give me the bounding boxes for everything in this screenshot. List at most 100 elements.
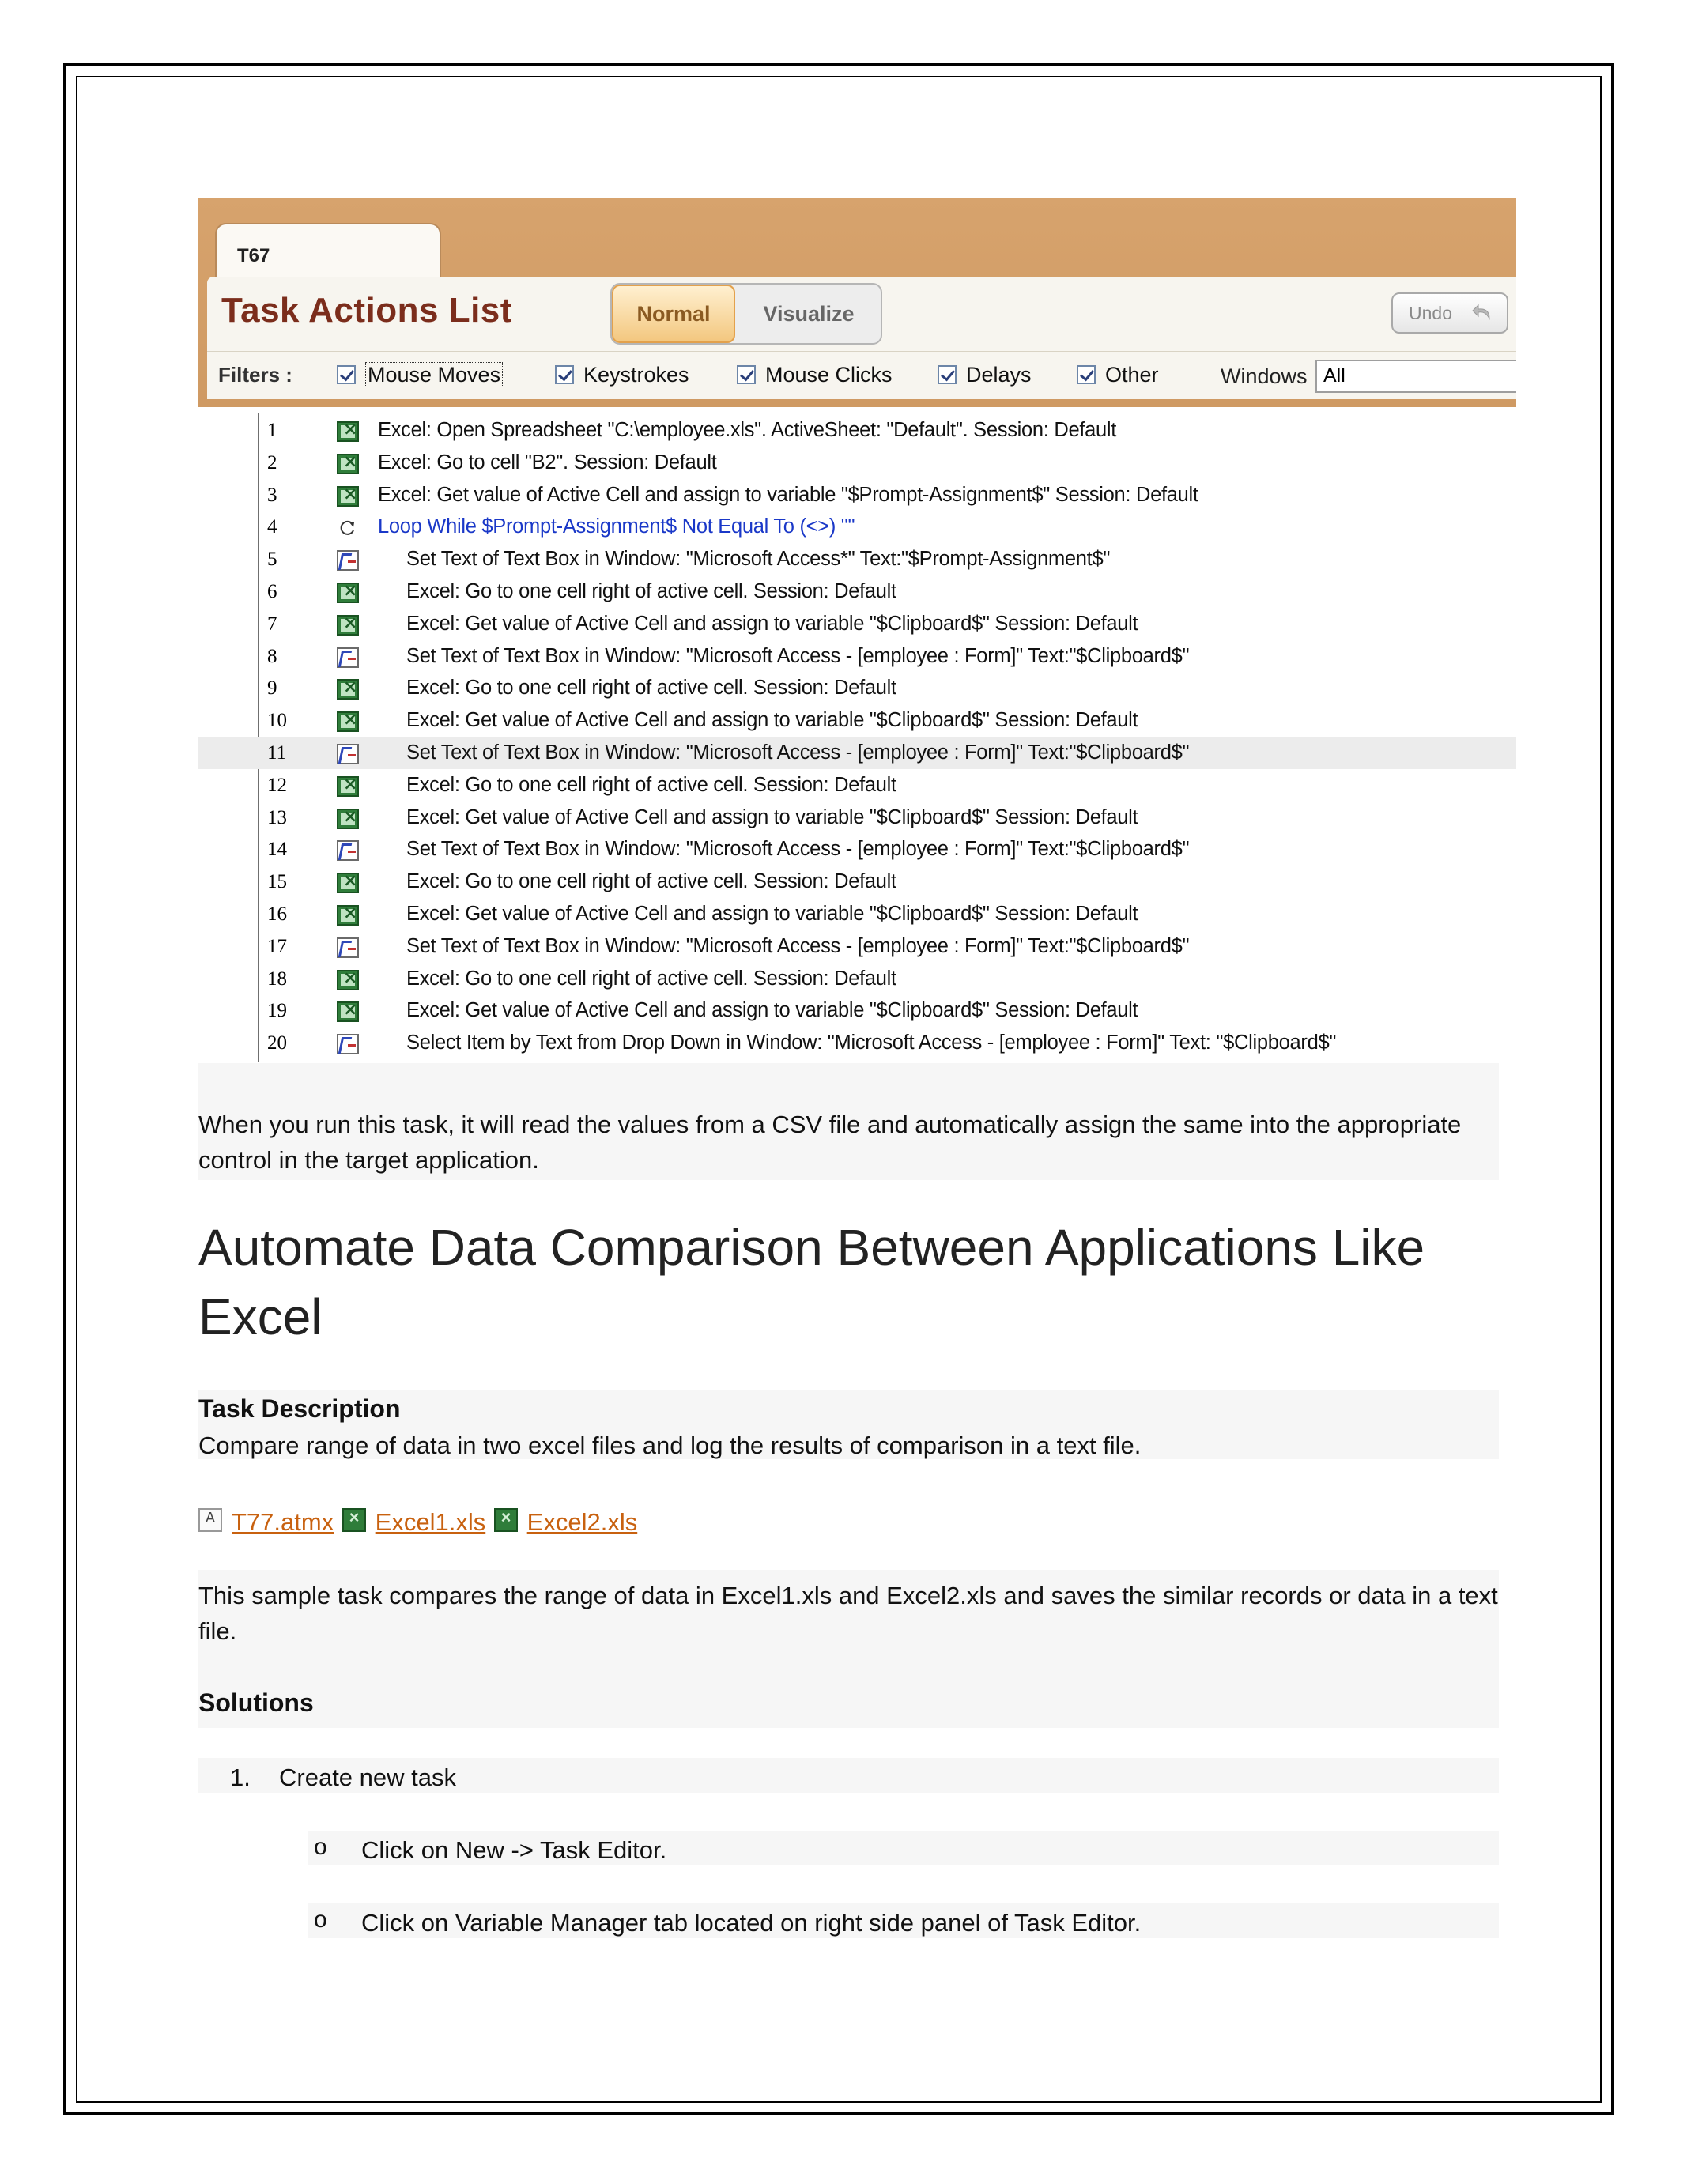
action-row[interactable]: 11 Set Text of Text Box in Window: "Micro… <box>198 737 1516 769</box>
excel-icon <box>337 613 359 636</box>
filter-other[interactable]: Other <box>1077 363 1159 388</box>
panel-title: Task Actions List <box>221 291 512 330</box>
task-actions-screenshot: T67 Task Actions List Normal Visualize U… <box>198 198 1516 1063</box>
sample-paragraph: This sample task compares the range of d… <box>198 1582 1498 1645</box>
action-row[interactable]: 18 Excel: Go to one cell right of active … <box>198 964 1516 995</box>
excel-icon <box>337 903 359 926</box>
excel-file-icon <box>342 1507 366 1532</box>
action-number: 1 <box>267 420 277 441</box>
action-text: Excel: Go to one cell right of active ce… <box>406 967 896 990</box>
action-number: 6 <box>267 581 277 602</box>
action-text: Excel: Go to one cell right of active ce… <box>406 773 896 796</box>
action-row[interactable]: 14 Set Text of Text Box in Window: "Micro… <box>198 834 1516 866</box>
filter-label: Mouse Clicks <box>765 363 893 387</box>
excel-icon <box>337 581 359 603</box>
filter-mouse-moves[interactable]: Mouse Moves <box>337 362 504 388</box>
checkbox-checked-icon[interactable] <box>938 365 957 384</box>
undo-arrow-icon <box>1472 304 1490 320</box>
attachment-link-t77[interactable]: T77.atmx <box>232 1508 334 1536</box>
checkbox-checked-icon[interactable] <box>337 365 356 384</box>
excel-icon <box>337 485 359 507</box>
action-text: Excel: Go to one cell right of active ce… <box>406 580 896 602</box>
action-row[interactable]: 10 Excel: Get value of Active Cell and as… <box>198 705 1516 737</box>
action-row[interactable]: 1 Excel: Open Spreadsheet "C:\employee.xl… <box>198 415 1516 447</box>
action-row[interactable]: 15 Excel: Go to one cell right of active … <box>198 866 1516 898</box>
window-textbox-icon <box>337 647 359 668</box>
action-row[interactable]: 5 Set Text of Text Box in Window: "Micros… <box>198 544 1516 575</box>
bullet-marker: o <box>314 1907 327 1933</box>
action-number: 9 <box>267 677 277 700</box>
step-number: 1. <box>230 1763 251 1791</box>
action-row[interactable]: 16 Excel: Get value of Active Cell and as… <box>198 899 1516 930</box>
action-text: Excel: Get value of Active Cell and assi… <box>406 999 1138 1022</box>
action-row[interactable]: 8 Set Text of Text Box in Window: "Micros… <box>198 641 1516 673</box>
action-text: Excel: Go to cell "B2". Session: Default <box>378 451 717 473</box>
task-description-text: Compare range of data in two excel files… <box>198 1431 1142 1459</box>
sub-step-text: Click on Variable Manager tab located on… <box>361 1909 1142 1937</box>
step-text: Create new task <box>279 1763 456 1791</box>
action-number: 14 <box>267 839 287 861</box>
action-row[interactable]: 7 Excel: Get value of Active Cell and ass… <box>198 609 1516 640</box>
sub-step-text: Click on New -> Task Editor. <box>361 1836 667 1864</box>
windows-label: Windows <box>1221 364 1308 388</box>
filter-label: Delays <box>966 363 1032 387</box>
visualize-view-button[interactable]: Visualize <box>735 285 881 343</box>
action-number: 20 <box>267 1032 287 1054</box>
action-text: Excel: Get value of Active Cell and assi… <box>406 903 1138 925</box>
window-textbox-icon <box>337 1034 359 1055</box>
action-text: Set Text of Text Box in Window: "Microso… <box>406 548 1111 571</box>
undo-button[interactable]: Undo <box>1391 292 1508 334</box>
action-row[interactable]: 12 Excel: Go to one cell right of active … <box>198 770 1516 802</box>
windows-dropdown[interactable]: All <box>1315 360 1516 393</box>
action-number: 16 <box>267 903 287 925</box>
action-text: Set Text of Text Box in Window: "Microso… <box>406 741 1190 764</box>
task-tab[interactable]: T67 <box>215 223 441 278</box>
loop-icon <box>340 521 354 536</box>
window-textbox-icon <box>337 937 359 958</box>
excel-icon <box>337 1000 359 1023</box>
section-heading: Automate Data Comparison Between Applica… <box>198 1219 1425 1345</box>
checkbox-checked-icon[interactable] <box>555 365 574 384</box>
action-number: 19 <box>267 1000 287 1022</box>
window-textbox-icon <box>337 744 359 764</box>
task-description-heading: Task Description <box>198 1394 401 1423</box>
action-row[interactable]: 4 Loop While $Prompt-Assignment$ Not Equa… <box>198 511 1516 543</box>
action-row[interactable]: 17 Set Text of Text Box in Window: "Micro… <box>198 931 1516 963</box>
attachment-link-excel1[interactable]: Excel1.xls <box>376 1508 486 1536</box>
attachment-link-excel2[interactable]: Excel2.xls <box>527 1508 638 1536</box>
intro-paragraph: When you run this task, it will read the… <box>198 1111 1462 1174</box>
filter-delays[interactable]: Delays <box>938 363 1032 388</box>
checkbox-checked-icon[interactable] <box>1077 365 1096 384</box>
action-text: Loop While $Prompt-Assignment$ Not Equal… <box>378 515 855 538</box>
action-text: Set Text of Text Box in Window: "Microso… <box>406 934 1190 957</box>
action-number: 15 <box>267 871 287 893</box>
action-row[interactable]: 6 Excel: Go to one cell right of active c… <box>198 576 1516 608</box>
action-row[interactable]: 3 Excel: Get value of Active Cell and ass… <box>198 480 1516 511</box>
filters-label: Filters : <box>218 363 292 387</box>
action-row[interactable]: 20 Select Item by Text from Drop Down in … <box>198 1028 1516 1059</box>
action-row[interactable]: 19 Excel: Get value of Active Cell and as… <box>198 995 1516 1027</box>
action-row[interactable]: 2 Excel: Go to cell "B2". Session: Defaul… <box>198 447 1516 479</box>
actions-list: 1 Excel: Open Spreadsheet "C:\employee.xl… <box>198 407 1516 1063</box>
action-number: 3 <box>267 484 277 506</box>
view-toggle[interactable]: Normal Visualize <box>610 283 882 345</box>
action-text: Excel: Get value of Active Cell and assi… <box>406 612 1138 635</box>
excel-icon <box>337 871 359 894</box>
action-row[interactable]: 13 Excel: Get value of Active Cell and as… <box>198 802 1516 834</box>
action-number: 5 <box>267 549 277 571</box>
task-tab-label: T67 <box>237 245 270 266</box>
filter-label: Keystrokes <box>583 363 689 387</box>
header-panel: Task Actions List Normal Visualize Undo … <box>207 277 1516 399</box>
filter-mouse-clicks[interactable]: Mouse Clicks <box>737 363 893 388</box>
action-text: Set Text of Text Box in Window: "Microso… <box>406 838 1190 861</box>
normal-view-button[interactable]: Normal <box>612 285 735 343</box>
action-number: 7 <box>267 613 277 635</box>
action-row[interactable]: 9 Excel: Go to one cell right of active c… <box>198 673 1516 704</box>
action-number: 10 <box>267 710 287 732</box>
action-text: Excel: Get value of Active Cell and assi… <box>378 483 1198 506</box>
checkbox-checked-icon[interactable] <box>737 365 756 384</box>
attachment-file-icon <box>198 1508 222 1532</box>
filter-keystrokes[interactable]: Keystrokes <box>555 363 689 388</box>
filter-label: Other <box>1105 363 1159 387</box>
attachments-row: T77.atmx Excel1.xls Excel2.xls <box>198 1507 638 1537</box>
